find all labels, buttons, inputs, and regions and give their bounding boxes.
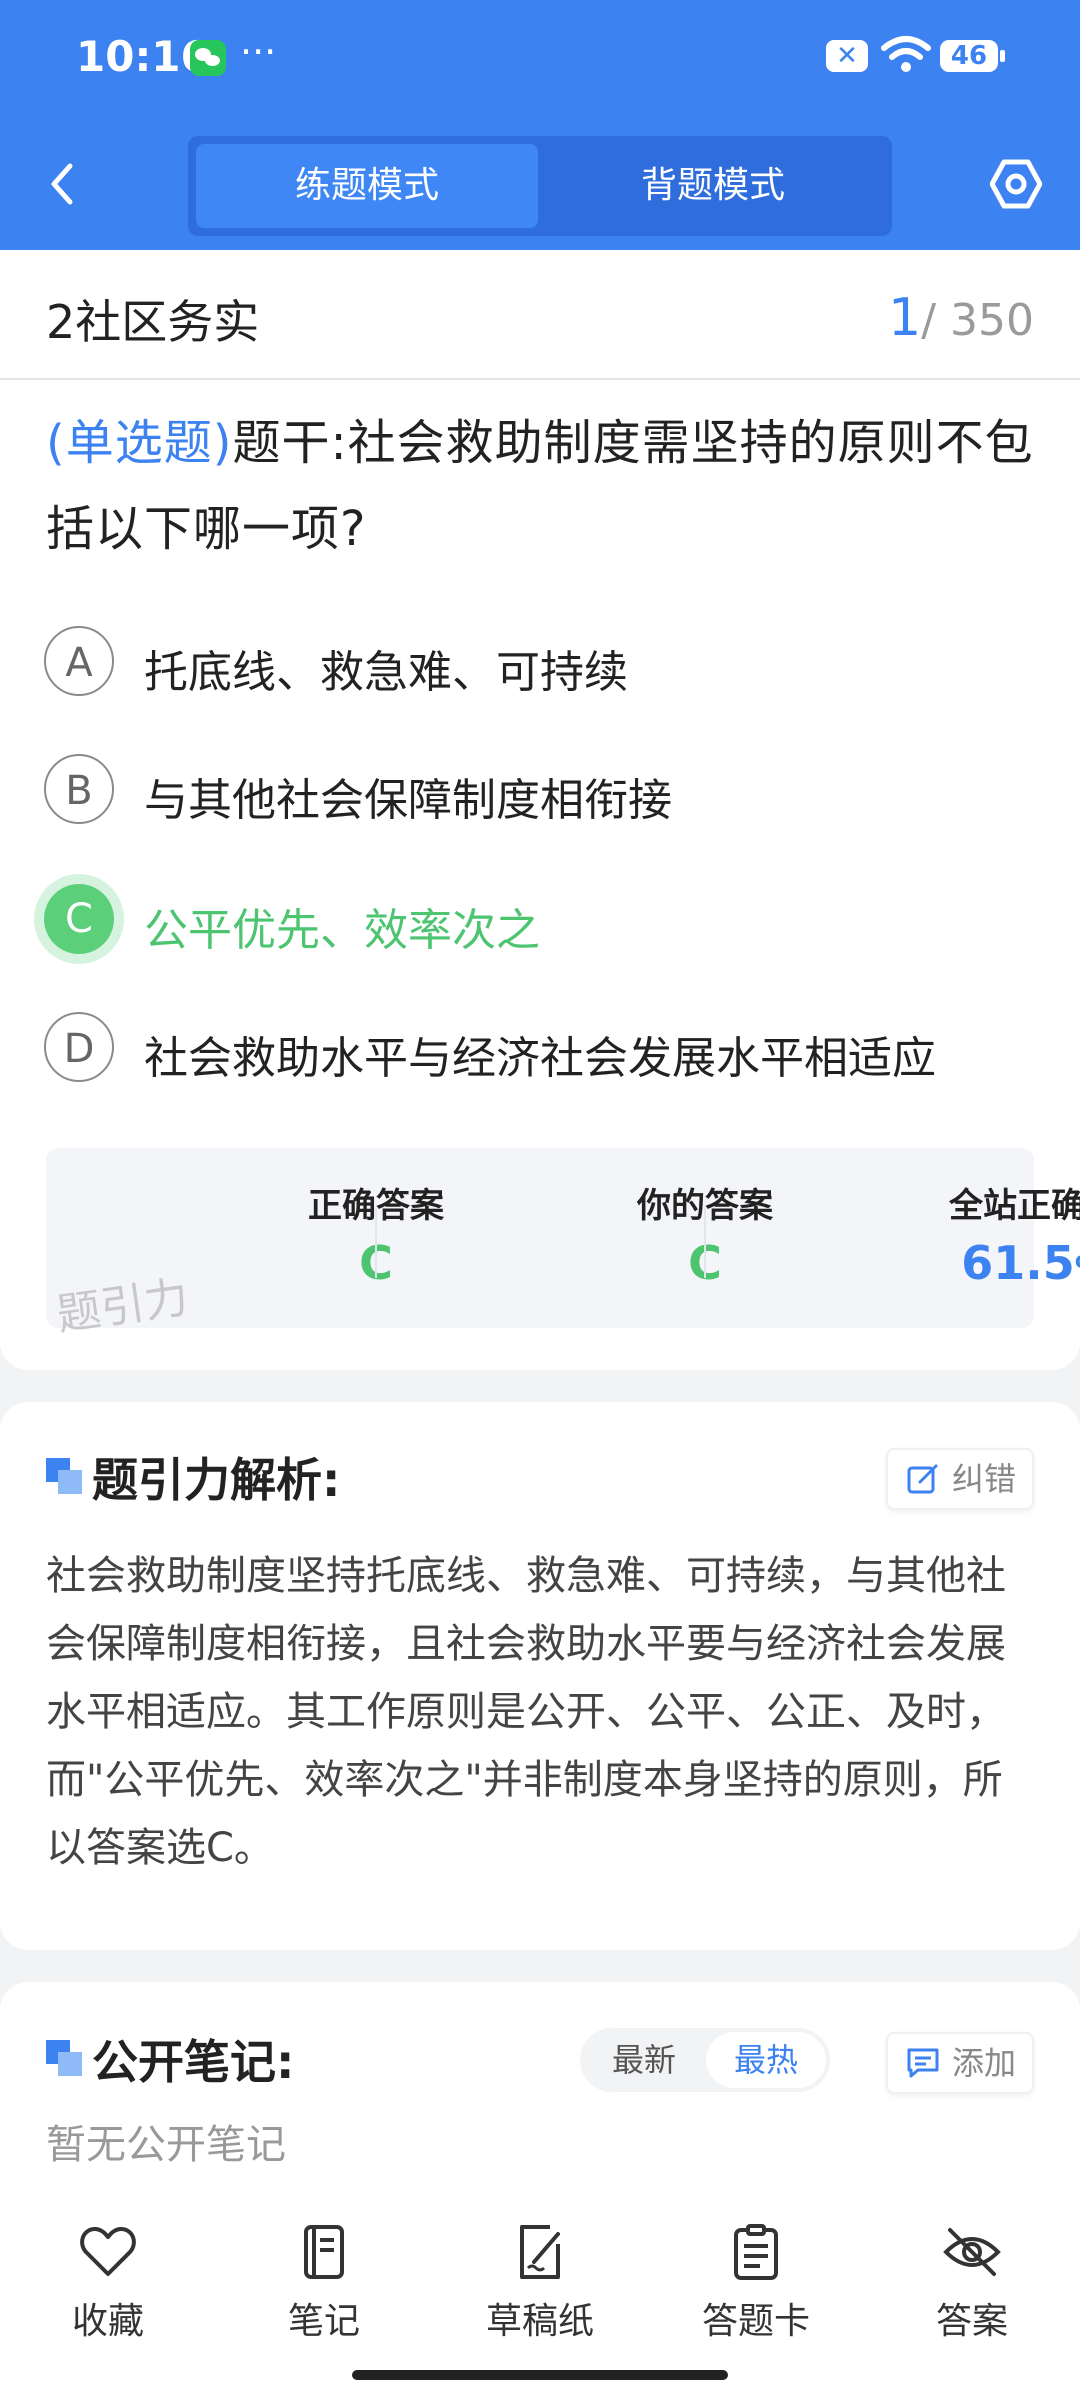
option-text: 社会救助水平与经济社会发展水平相适应 (144, 1033, 936, 1084)
empty-notes-message: 暂无公开笔记 (46, 2122, 286, 2168)
stat-label: 全站正确率 (949, 1186, 1080, 1226)
sort-latest[interactable]: 最新 (584, 2032, 704, 2088)
battery-indicator: 46 (940, 40, 1005, 72)
home-indicator (352, 2370, 728, 2380)
question-type: (单选题) (46, 415, 233, 471)
sort-hot[interactable]: 最热 (706, 2032, 826, 2088)
notes-sort-toggle: 最新 最热 (580, 2028, 830, 2092)
add-note-label: 添加 (951, 2044, 1016, 2082)
stat-value: 61.5% (869, 1236, 1080, 1290)
analysis-card: 题引力解析: 纠错 社会救助制度坚持托底线、救急难、可持续，与其他社会保障制度相… (0, 1402, 1080, 1950)
question-card: 2社区务实 1/ 350 (单选题)题干:社会救助制度需坚持的原则不包括以下哪一… (0, 250, 1080, 1370)
top-bar: 10:16 ··· ✕ 46 练题模式 背题模式 (0, 0, 1080, 250)
answer-sheet-label: 答题卡 (701, 2301, 810, 2342)
chapter-title: 2社区务实 (46, 295, 260, 349)
eye-off-icon (943, 2228, 1001, 2276)
notes-title: 公开笔记: (92, 2035, 295, 2089)
notebook-icon (304, 2225, 344, 2279)
wifi-icon (881, 36, 931, 72)
draft-label: 草稿纸 (485, 2301, 594, 2342)
more-notifications-icon: ··· (240, 30, 277, 74)
favorite-label: 收藏 (71, 2301, 144, 2342)
settings-icon[interactable] (990, 158, 1042, 210)
question-header: 2社区务实 1/ 350 (0, 250, 1080, 380)
question-stem: (单选题)题干:社会救助制度需坚持的原则不包括以下哪一项? (46, 400, 1041, 572)
close-box-icon: ✕ (826, 40, 868, 72)
option-a[interactable]: A 托底线、救急难、可持续 (44, 626, 1044, 706)
notes-label: 笔记 (287, 2301, 360, 2342)
mode-switch: 练题模式 背题模式 (188, 136, 892, 236)
total-questions: / 350 (921, 295, 1034, 346)
answer-sheet-button[interactable]: 答题卡 (676, 2224, 836, 2344)
comment-icon (907, 2048, 939, 2078)
report-error-label: 纠错 (951, 1460, 1016, 1498)
favorite-button[interactable]: 收藏 (28, 2224, 188, 2344)
answer-sheet-icon (734, 2224, 778, 2280)
option-text: 托底线、救急难、可持续 (144, 647, 628, 698)
draft-button[interactable]: 草稿纸 (460, 2224, 620, 2344)
edit-icon (907, 1464, 938, 1494)
show-answer-label: 答案 (935, 2301, 1008, 2342)
option-d[interactable]: D 社会救助水平与经济社会发展水平相适应 (44, 1012, 1044, 1092)
option-text: 公平优先、效率次之 (144, 905, 540, 956)
question-counter: 1/ 350 (888, 288, 1034, 348)
notes-button[interactable]: 笔记 (244, 2224, 404, 2344)
option-letter: D (44, 1012, 114, 1082)
accuracy-value: 61.5 (961, 1236, 1075, 1290)
tab-practice-mode[interactable]: 练题模式 (196, 144, 538, 228)
wechat-icon (190, 40, 226, 76)
option-c[interactable]: C 公平优先、效率次之 (44, 884, 1044, 964)
current-question-number: 1 (888, 288, 922, 348)
report-error-button[interactable]: 纠错 (885, 1448, 1034, 1510)
tab-memorize-mode[interactable]: 背题模式 (542, 144, 884, 228)
back-arrow-icon[interactable] (44, 160, 80, 208)
answer-stats: 正确答案 C 你的答案 C 全站正确率 61.5% (46, 1148, 1080, 1328)
option-text: 与其他社会保障制度相衔接 (144, 775, 672, 826)
your-answer-stat: 你的答案 C (375, 1148, 773, 1328)
show-answer-button[interactable]: 答案 (892, 2224, 1052, 2344)
analysis-text: 社会救助制度坚持托底线、救急难、可持续，与其他社会保障制度相衔接，且社会救助水平… (46, 1553, 1006, 1871)
accuracy-unit: % (1075, 1249, 1080, 1287)
analysis-title: 题引力解析: (92, 1453, 341, 1507)
option-letter: C (44, 884, 114, 954)
add-note-button[interactable]: 添加 (885, 2032, 1034, 2094)
section-icon (46, 2040, 82, 2076)
accuracy-stat: 全站正确率 61.5% (704, 1148, 1080, 1328)
option-letter: B (44, 754, 114, 824)
section-icon (46, 1458, 82, 1494)
option-letter: A (44, 626, 114, 696)
draft-icon (520, 2225, 560, 2279)
heart-icon (80, 2227, 136, 2276)
option-b[interactable]: B 与其他社会保障制度相衔接 (44, 754, 1044, 834)
